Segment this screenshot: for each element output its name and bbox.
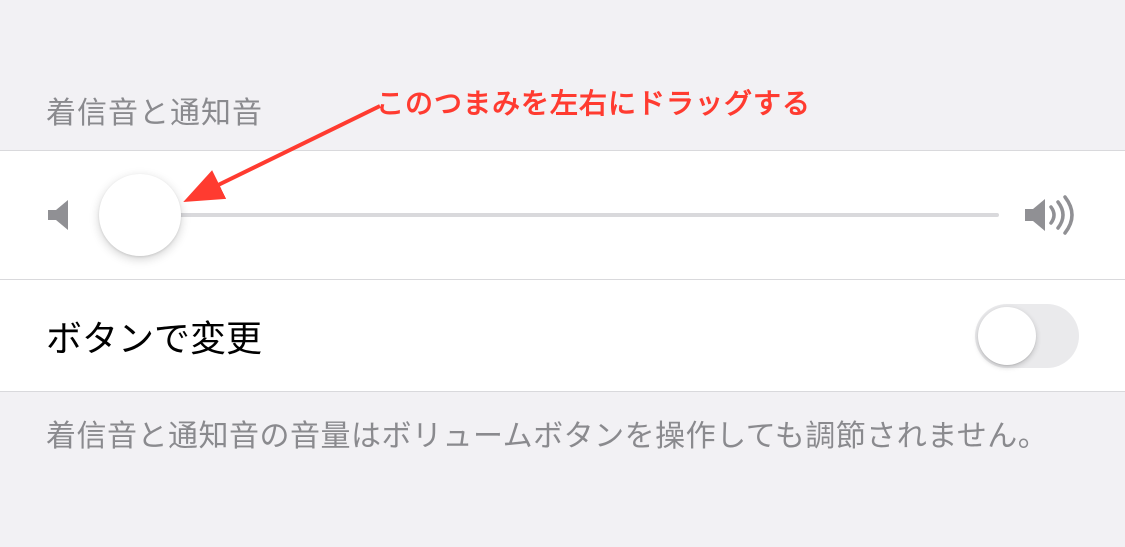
slider-track	[100, 213, 999, 217]
toggle-label: ボタンで変更	[46, 310, 262, 362]
section-footer-note: 着信音と通知音の音量はボリュームボタンを操作しても調節されません。	[0, 392, 1125, 461]
section-header-ringtone: 着信音と通知音	[0, 0, 1125, 150]
toggle-knob	[978, 307, 1036, 365]
annotation-text: このつまみを左右にドラッグする	[376, 82, 811, 122]
change-with-buttons-toggle[interactable]	[975, 304, 1079, 368]
speaker-high-icon	[1023, 195, 1079, 235]
volume-slider-row	[0, 150, 1125, 280]
change-with-buttons-row: ボタンで変更	[0, 280, 1125, 392]
slider-thumb[interactable]	[99, 174, 181, 256]
speaker-low-icon	[46, 198, 76, 232]
annotation-arrow-icon	[190, 100, 390, 210]
